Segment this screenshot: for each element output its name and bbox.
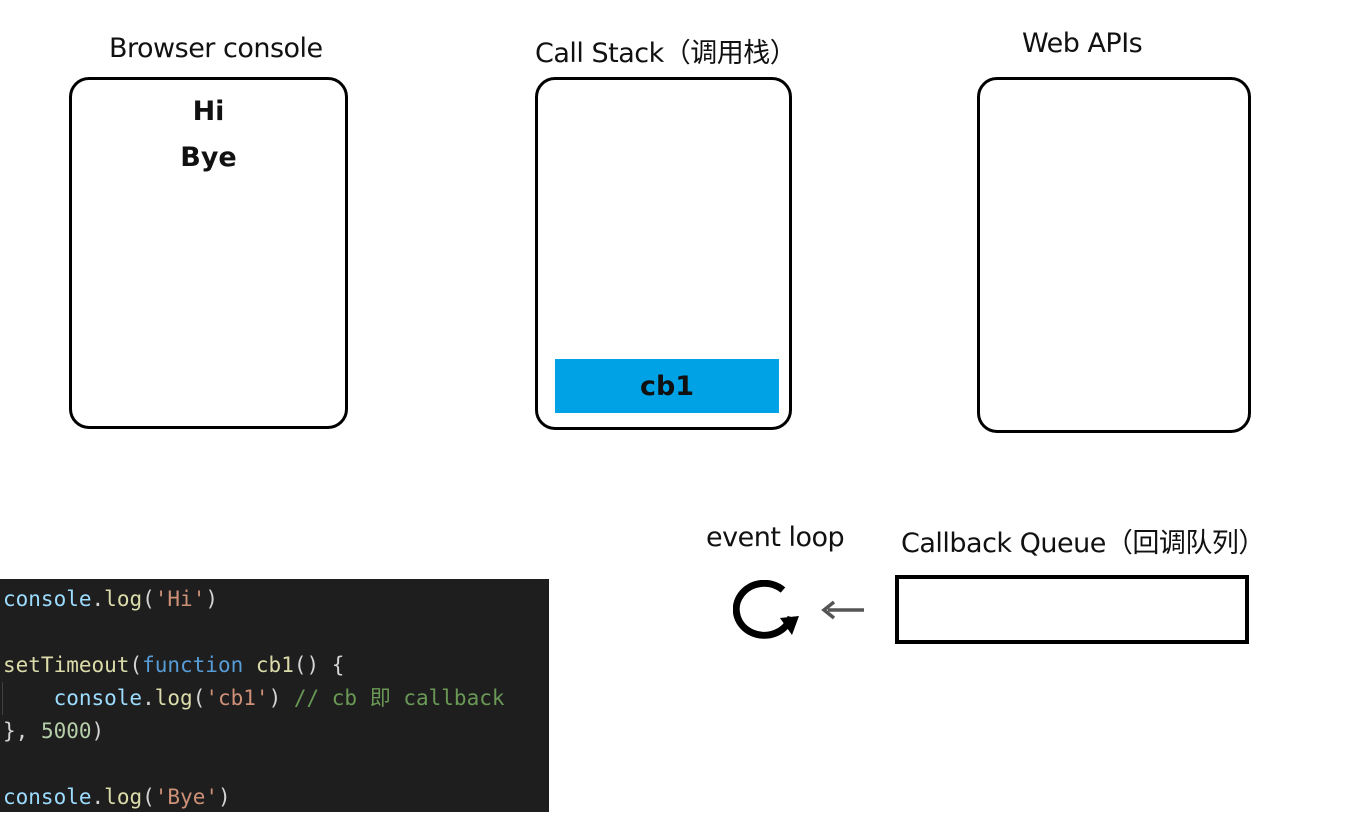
code-token: ( <box>192 686 206 710</box>
code-token: }, <box>3 719 41 743</box>
code-line: console.log('cb1') // cb 即 callback <box>0 682 549 715</box>
code-token: log <box>104 785 143 809</box>
code-snippet: console.log('Hi') setTimeout(function cb1… <box>0 579 549 812</box>
code-token: setTimeout <box>3 653 130 677</box>
web-apis-panel <box>977 77 1251 433</box>
console-output-line-hi: Hi <box>192 96 225 127</box>
code-line: console.log('Hi') <box>0 583 549 616</box>
code-token: log <box>104 587 143 611</box>
callback-queue-title: Callback Queue（回调队列） <box>901 528 1265 559</box>
stack-frame-cb1: cb1 <box>555 359 779 413</box>
code-token: 5000 <box>40 719 92 743</box>
code-token: function <box>142 653 244 677</box>
console-output-line-bye: Bye <box>180 142 237 173</box>
code-token: console <box>3 587 92 611</box>
code-token: ( <box>129 653 143 677</box>
code-token: . <box>91 785 105 809</box>
code-token: . <box>91 587 105 611</box>
code-line: console.log('Bye') <box>0 781 549 812</box>
code-token: ) <box>91 719 105 743</box>
event-loop-label: event loop <box>706 522 845 553</box>
code-token: ) <box>268 686 294 710</box>
code-token: 'cb1' <box>205 686 269 710</box>
indent-guide <box>2 682 3 715</box>
code-token: ( <box>142 587 155 611</box>
code-token: console <box>3 785 92 809</box>
code-line: setTimeout(function cb1() { <box>0 649 549 682</box>
code-token: . <box>142 686 155 710</box>
call-stack-title: Call Stack（调用栈） <box>535 38 797 69</box>
code-token: console <box>53 686 143 710</box>
code-token: ( <box>142 785 155 809</box>
code-token: 'Hi' <box>154 587 206 611</box>
code-token: 'Bye' <box>154 785 218 809</box>
circular-arrow-icon <box>733 580 799 639</box>
arrow-left-icon <box>821 600 864 620</box>
browser-console-title: Browser console <box>109 33 323 64</box>
code-token: // cb 即 callback <box>293 686 505 710</box>
code-token: ) <box>205 587 218 611</box>
code-token: log <box>154 686 193 710</box>
code-token: cb1 <box>255 653 294 677</box>
call-stack-panel: cb1 <box>535 77 792 430</box>
browser-console-panel: Hi Bye <box>69 77 348 429</box>
callback-queue-box <box>895 575 1249 644</box>
code-line: }, 5000) <box>0 715 549 748</box>
code-token: ) <box>217 785 231 809</box>
web-apis-title: Web APIs <box>1022 28 1143 59</box>
code-token: () { <box>293 653 345 677</box>
